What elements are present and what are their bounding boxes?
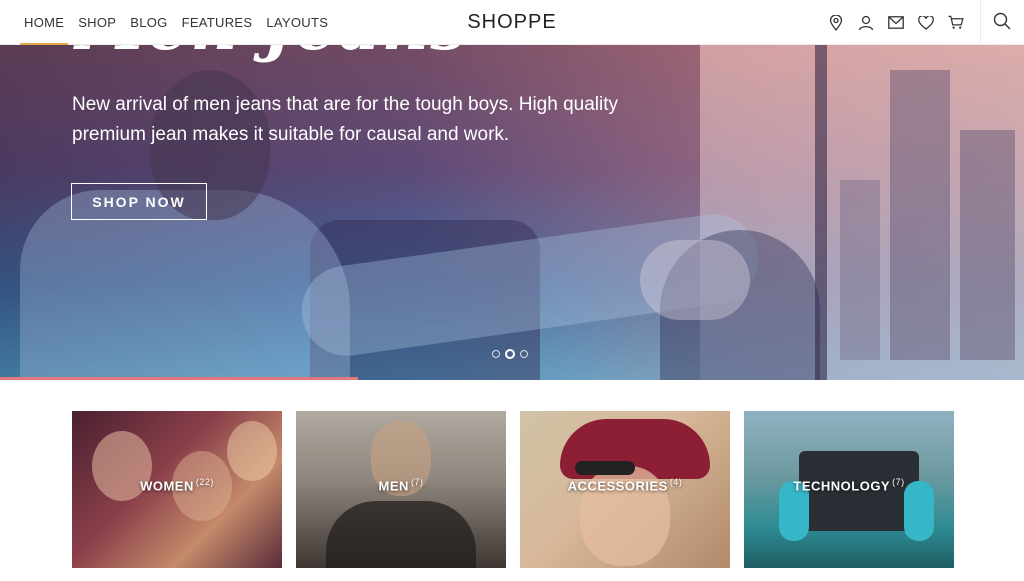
slider-dot[interactable] [520,350,528,358]
mail-icon[interactable] [888,15,904,31]
category-card-men[interactable]: MEN (7) [296,411,506,568]
person-figure [227,421,277,481]
slider-dots [492,349,528,359]
hand-shape [640,240,750,320]
category-count: (7) [410,477,424,487]
hero-description: New arrival of men jeans that are for th… [72,94,619,145]
nav-divider [980,0,981,45]
slider-progress-track [0,377,1024,380]
category-count: (4) [669,477,683,487]
sunglasses-shape [575,461,635,475]
person-figure [326,501,476,568]
category-label: TECHNOLOGY (7) [793,477,905,494]
shop-now-button[interactable]: SHOP NOW [71,183,207,220]
building-shape [840,180,880,360]
category-count: (22) [195,477,214,487]
nav-home[interactable]: HOME [19,0,69,45]
category-label: ACCESSORIES (4) [567,477,683,494]
slider-progress-bar [0,377,359,380]
category-count: (7) [892,477,905,487]
search-icon[interactable] [993,12,1013,32]
heart-icon[interactable] [918,15,934,31]
hero-banner: Men Jeans New arrival of men jeans that … [0,0,1024,380]
category-label: WOMEN (22) [140,477,214,494]
cart-icon[interactable] [948,15,964,31]
map-pin-icon[interactable] [828,14,844,31]
nav-blog[interactable]: BLOG [130,0,167,45]
nav-shop[interactable]: SHOP [78,0,116,45]
user-icon[interactable] [858,15,874,31]
category-card-technology[interactable]: TECHNOLOGY (7) [744,411,954,568]
nav-layouts[interactable]: LAYOUTS [266,0,328,45]
building-shape [960,130,1015,360]
main-menu: HOME SHOP BLOG FEATURES LAYOUTS [19,0,342,45]
category-card-women[interactable]: WOMEN (22) [72,411,282,568]
slider-dot-active[interactable] [505,349,515,359]
slider-dot[interactable] [492,350,500,358]
category-card-accessories[interactable]: ACCESSORIES (4) [520,411,730,568]
top-nav: HOME SHOP BLOG FEATURES LAYOUTS SHOPPE [0,0,1024,45]
building-shape [890,70,950,360]
category-grid: WOMEN (22) MEN (7) ACCESSORIES (4) TECHNOLO… [72,411,954,568]
nav-features[interactable]: FEATURES [182,0,253,45]
header-icons [828,0,964,45]
category-label: MEN (7) [378,477,424,494]
